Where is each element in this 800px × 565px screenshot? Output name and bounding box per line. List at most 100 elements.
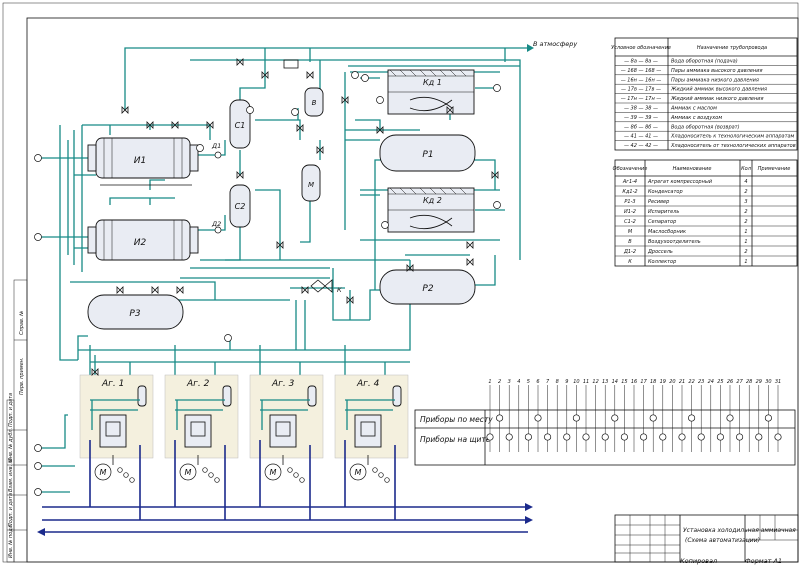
instrument-icon: [351, 71, 359, 79]
receiver-r3: Р3: [87, 294, 184, 330]
legend-code: — 17в — 17в —: [621, 87, 661, 93]
instrument-number: 13: [602, 379, 608, 385]
legend-code: — 41 — 41 —: [624, 134, 658, 140]
air-separator-label: В: [312, 99, 317, 107]
instrument-number: 27: [736, 379, 743, 385]
schematic-canvas: Инв. № подл. Подп. и дата Взам. инв. № И…: [2, 2, 799, 565]
spec-code: Кд1-2: [622, 189, 637, 195]
aggregate-1: Аг. 1 М: [79, 374, 154, 520]
instrument-icon: [361, 74, 369, 82]
instrument-icon: [34, 444, 42, 452]
instrument-number: 12: [592, 379, 598, 385]
instrument-icon: [376, 96, 384, 104]
aggregate-label: Аг. 1: [101, 379, 124, 389]
spec-header-qty: Кол: [741, 166, 752, 172]
spec-qty: 3: [744, 199, 747, 205]
instrument-number: 26: [727, 379, 733, 385]
condenser-kd2-label: Кд 2: [423, 196, 442, 205]
valve-icon: [116, 286, 124, 294]
spec-name: Коллектор: [648, 259, 676, 265]
legend-purpose: Вода оборотная (подача): [671, 59, 738, 65]
valve-icon: [466, 241, 474, 249]
instrument-icon: [291, 108, 299, 116]
legend-code: — 8б — 8б —: [624, 124, 658, 130]
instrument-icon: [224, 334, 232, 342]
legend-code: — 42 — 42 —: [624, 143, 658, 149]
spec-code: В: [628, 239, 632, 245]
legend-purpose: Аммиак с воздухом: [670, 115, 722, 121]
instrument-number: 3: [508, 379, 511, 385]
throttle-d1-label: Д1: [211, 142, 221, 150]
panel-instrument-icon: [659, 433, 667, 441]
valve-icon: [306, 71, 314, 79]
spec-qty: 1: [744, 239, 747, 245]
instrument-number: 19: [660, 379, 666, 385]
instruments-panel-label: Приборы на щите: [420, 435, 491, 444]
separator-c1-label: С1: [235, 121, 246, 130]
spec-name: Ресивер: [648, 199, 669, 205]
instrument-number: 1: [488, 379, 491, 385]
instrument-icon: [34, 462, 42, 470]
instrument-number: 29: [756, 379, 762, 385]
valve-icon: [151, 286, 159, 294]
valve-icon: [176, 286, 184, 294]
legend-purpose: Жидкий аммиак высокого давления: [670, 87, 767, 93]
legend-purpose: Аммиак с маслом: [670, 106, 717, 112]
condenser-kd1: Кд 1: [387, 69, 475, 115]
legend-code: — 168 — 168 —: [621, 68, 661, 74]
panel-instrument-icon: [697, 433, 705, 441]
copied-by-label: Копировал: [680, 557, 717, 565]
panel-instrument-icon: [640, 433, 648, 441]
panel-instrument-icon: [524, 433, 532, 441]
evaporator-i1-label: И1: [134, 156, 146, 166]
instrument-icon: [493, 201, 501, 209]
instrument-number: 23: [698, 379, 704, 385]
oil-collector-m: М: [301, 164, 321, 202]
left-margin-field: Инв. № дубл.: [8, 428, 14, 462]
receiver-r3-label: Р3: [129, 309, 140, 319]
local-instrument-icon: [764, 414, 772, 422]
instrument-icon: [196, 144, 204, 152]
instrument-number: 30: [765, 379, 771, 385]
drawing-title: Установка холодильная аммиачная: [683, 527, 796, 534]
left-margin-strip: Инв. № подл. Подп. и дата Взам. инв. № И…: [6, 279, 28, 563]
panel-instrument-icon: [505, 433, 513, 441]
left-margin-field: Подп. и дата: [8, 493, 14, 527]
instrument-number: 18: [650, 379, 656, 385]
panel-instrument-icon: [755, 433, 763, 441]
sheet-format-label: Формат А1: [745, 557, 782, 565]
instrument-number: 4: [517, 379, 520, 385]
panel-instrument-icon: [678, 433, 686, 441]
coolant-mains: [37, 503, 533, 536]
spec-header-name: Наименование: [673, 166, 712, 172]
legend-code: — 16н — 16н —: [621, 77, 662, 83]
pipeline-legend-table: Условное обозначение Назначение трубопро…: [611, 37, 798, 151]
instrument-number: 6: [536, 379, 539, 385]
aggregate-2: Аг. 2 М: [164, 374, 239, 520]
spec-name: Агрегат компрессорный: [647, 179, 713, 185]
instrument-number: 24: [708, 379, 714, 385]
local-instrument-icon: [534, 414, 542, 422]
condenser-kd2: Кд 2: [387, 187, 475, 233]
legend-purpose: Хладоноситель к технологическим аппарата…: [670, 134, 795, 140]
legend-purpose: Хладоноситель от технологических аппарат…: [670, 143, 796, 149]
legend-purpose: Вода оборотная (возврат): [671, 124, 740, 130]
spec-qty: 2: [744, 209, 747, 215]
spec-code: С1-2: [624, 219, 636, 225]
left-margin-field: Инв. № подл.: [8, 524, 14, 559]
local-instrument-icon: [611, 414, 619, 422]
panel-instrument-icon: [563, 433, 571, 441]
legend-code: — 39 — 39 —: [624, 115, 658, 121]
compressor-aggregates: Аг. 1 М Аг. 2 М Аг. 3 М Аг. 4 М: [79, 374, 409, 520]
left-margin-field: Справ. №: [19, 311, 25, 335]
spec-name: Испаритель: [648, 209, 679, 215]
aggregate-label: Аг. 4: [356, 379, 380, 389]
motor-label: М: [270, 468, 277, 477]
instrument-icon: [34, 154, 42, 162]
instrument-icon: [34, 233, 42, 241]
throttle-d2-label: Д2: [211, 220, 221, 228]
aggregate-label: Аг. 2: [186, 379, 210, 389]
evaporator-i2: И2: [87, 219, 199, 261]
spec-header-code: Обозначение: [613, 166, 648, 172]
instrument-number: 5: [527, 379, 530, 385]
